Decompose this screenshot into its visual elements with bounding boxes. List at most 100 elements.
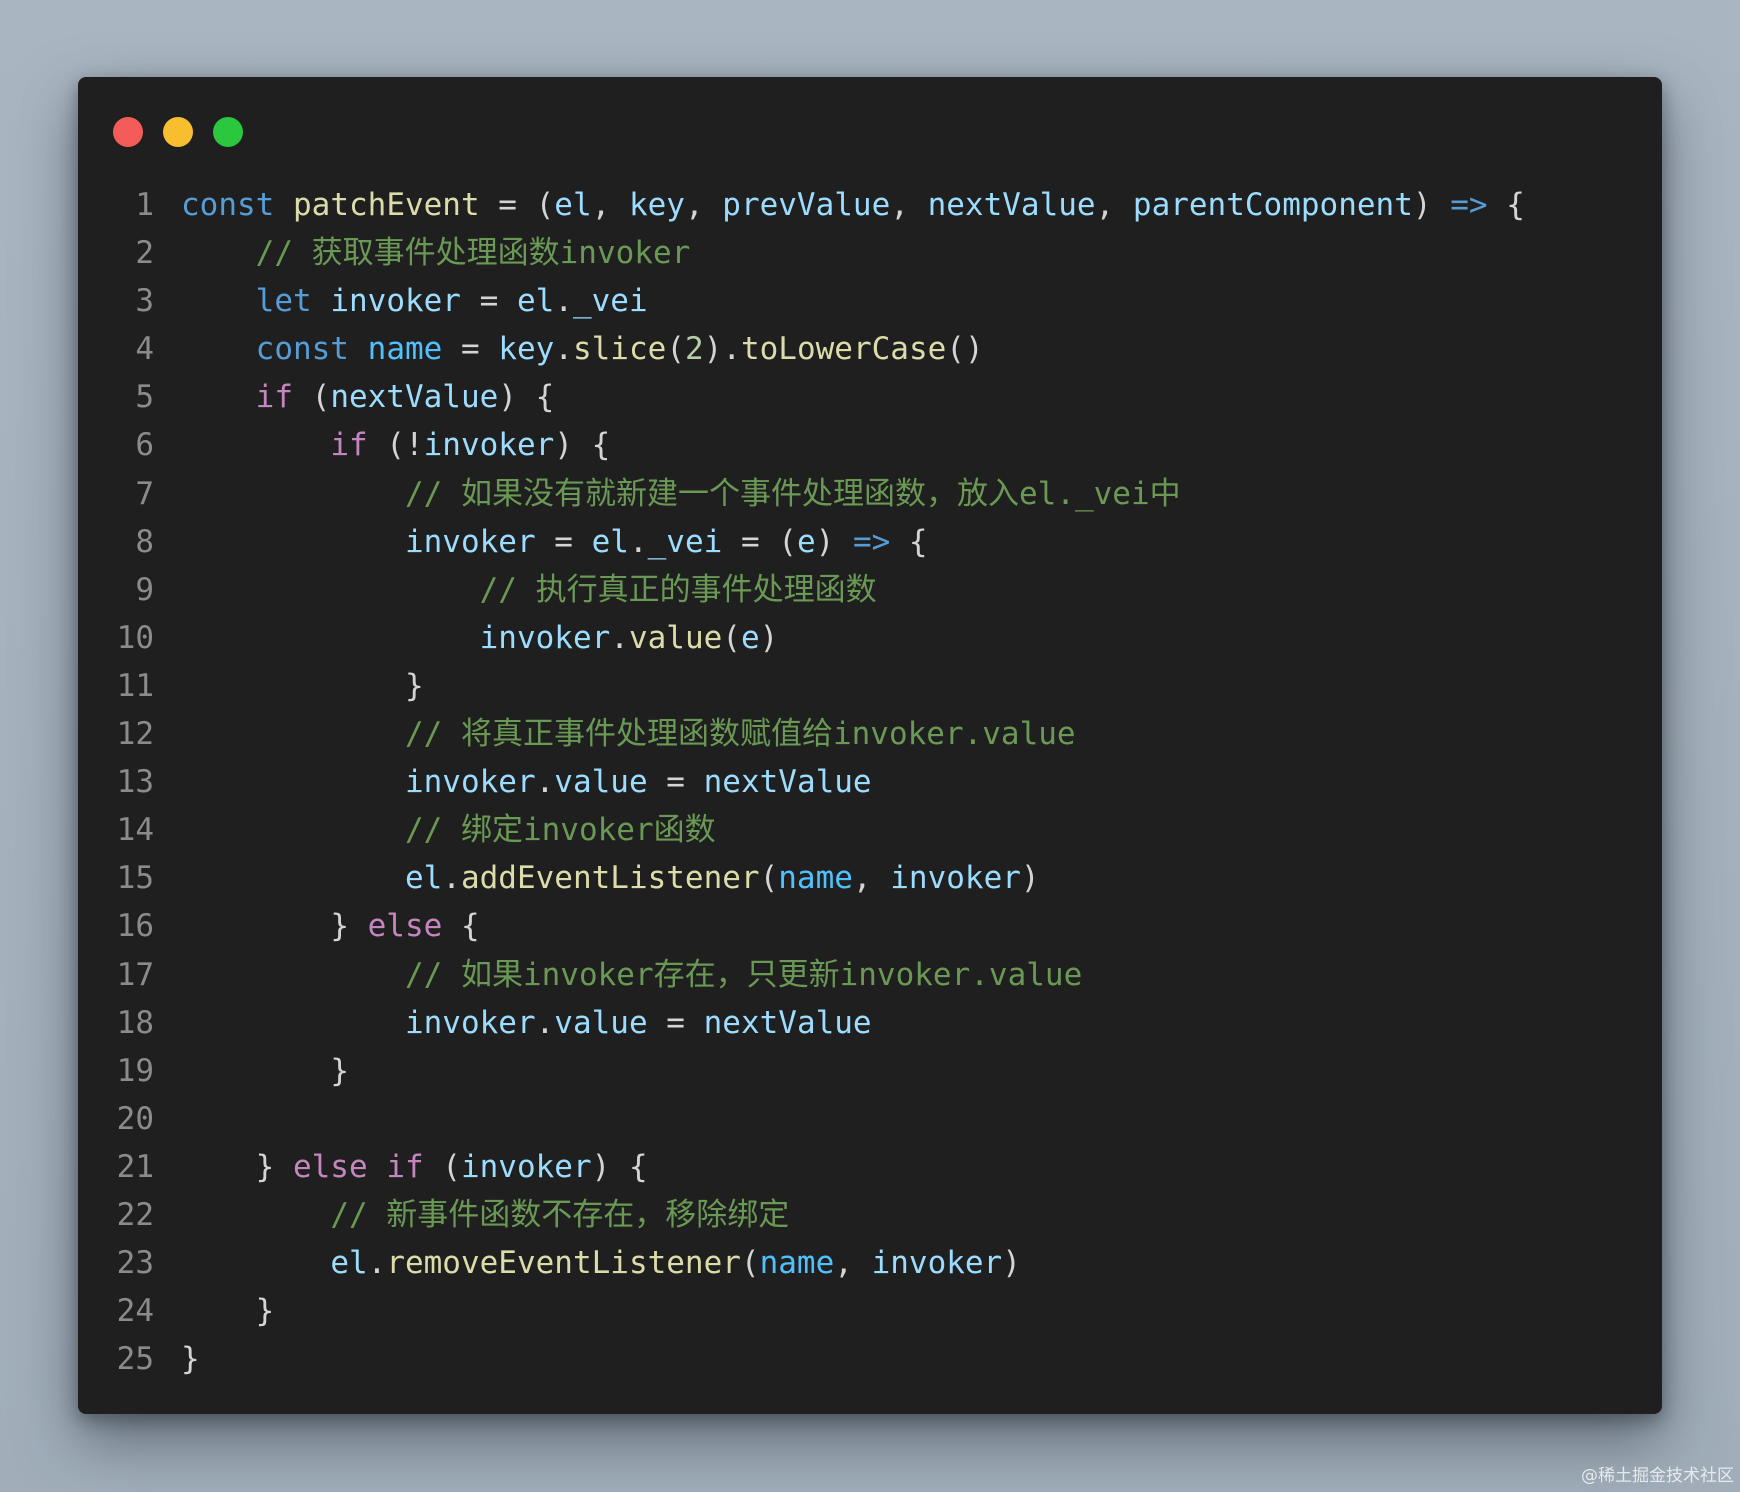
line-number: 21: [116, 1148, 154, 1185]
code-line: 6 if (!invoker) {: [78, 421, 1662, 469]
line-number: 25: [116, 1341, 154, 1378]
code-token: el: [591, 523, 629, 560]
line-number: 18: [116, 1004, 154, 1041]
code-token: }: [404, 667, 424, 704]
code-token: .: [367, 1245, 387, 1282]
code-text: invoker = el._vei = (e) => {: [181, 518, 928, 566]
code-token: ): [1412, 187, 1451, 223]
code-token: name: [778, 860, 853, 897]
code-token: const: [255, 331, 349, 368]
code-token: }: [255, 1148, 293, 1185]
code-text: if (!invoker) {: [181, 421, 610, 469]
code-line: 9 // 执行真正的事件处理函数: [78, 566, 1662, 614]
code-token: }: [330, 908, 368, 945]
line-number: 10: [116, 619, 154, 656]
code-token: removeEventListener: [386, 1245, 741, 1282]
code-token: value: [628, 619, 723, 656]
code-token: value: [554, 764, 648, 801]
maximize-button[interactable]: [213, 117, 243, 147]
code-token: .: [628, 523, 648, 560]
close-button[interactable]: [113, 117, 143, 147]
line-number: 3: [135, 283, 154, 320]
code-token: ): [1020, 860, 1040, 897]
code-token: }: [330, 1052, 349, 1089]
code-line: 5 if (nextValue) {: [78, 373, 1662, 421]
code-text: }: [181, 1335, 200, 1383]
code-token: {: [890, 523, 928, 560]
minimize-button[interactable]: [163, 117, 193, 147]
code-token: ): [759, 619, 779, 656]
code-token: e: [740, 619, 760, 656]
code-token: .: [535, 764, 555, 801]
code-token: =: [647, 764, 704, 801]
code-comment: // 将真正事件处理函数赋值给invoker.value: [404, 716, 1076, 753]
line-number: 23: [116, 1245, 154, 1282]
code-token: invoker: [423, 427, 555, 464]
code-line: 12 // 将真正事件处理函数赋值给invoker.value: [78, 710, 1662, 758]
code-text: let invoker = el._vei: [181, 277, 648, 325]
code-comment: // 获取事件处理函数invoker: [255, 235, 691, 272]
code-token: ): [1002, 1245, 1021, 1282]
code-token: nextValue: [330, 379, 499, 416]
code-token: ) {: [498, 379, 555, 416]
line-number: 2: [135, 235, 154, 272]
line-number: 19: [116, 1052, 154, 1089]
code-line: 8 invoker = el._vei = (e) => {: [78, 518, 1662, 566]
code-token: invoker: [460, 1148, 592, 1185]
code-token: invoker: [404, 1004, 536, 1041]
code-token: .: [610, 619, 629, 656]
code-text: } else if (invoker) {: [181, 1143, 648, 1191]
code-token: e: [796, 523, 816, 560]
code-token: .: [535, 1004, 555, 1041]
line-number: 24: [116, 1293, 154, 1330]
code-token: {: [442, 908, 480, 945]
code-token: .: [442, 860, 461, 897]
line-number: 11: [116, 667, 154, 704]
watermark: @稀土掘金技术社区: [1581, 1466, 1734, 1486]
code-line: 10 invoker.value(e): [78, 614, 1662, 662]
code-token: name: [759, 1245, 835, 1282]
code-line: 2 // 获取事件处理函数invoker: [78, 229, 1662, 277]
code-token: el: [330, 1245, 368, 1282]
line-number: 15: [116, 860, 154, 897]
code-token: ) {: [591, 1148, 648, 1185]
code-line: 17 // 如果invoker存在，只更新invoker.value: [78, 951, 1662, 999]
code-text: // 新事件函数不存在，移除绑定: [181, 1191, 789, 1239]
code-token: ,: [684, 187, 723, 223]
code-text: // 执行真正的事件处理函数: [181, 566, 877, 614]
code-token: =: [647, 1004, 704, 1041]
code-text: invoker.value(e): [181, 614, 779, 662]
code-text: el.addEventListener(name, invoker): [181, 854, 1040, 902]
code-token: _vei: [647, 523, 723, 560]
window-controls: [113, 117, 243, 147]
code-block: 1 const patchEvent = (el, key, prevValue,…: [78, 181, 1662, 1383]
code-token: }: [255, 1293, 275, 1330]
line-number: 1: [135, 187, 154, 223]
line-number: 17: [116, 956, 154, 993]
code-line: 24 }: [78, 1287, 1662, 1335]
code-line: 3 let invoker = el._vei: [78, 277, 1662, 325]
code-token: nextValue: [703, 1004, 872, 1041]
line-number: 22: [116, 1196, 154, 1233]
code-token: ,: [1095, 187, 1133, 223]
code-line: 16 } else {: [78, 902, 1662, 950]
code-token: (: [740, 1245, 760, 1282]
code-text: invoker.value = nextValue: [181, 999, 872, 1047]
line-number: 5: [135, 379, 154, 416]
code-token: {: [1487, 187, 1525, 223]
code-comment: // 执行真正的事件处理函数: [479, 571, 877, 608]
code-token: ,: [834, 1245, 872, 1282]
line-number: 6: [135, 427, 154, 464]
code-line: 18 invoker.value = nextValue: [78, 999, 1662, 1047]
